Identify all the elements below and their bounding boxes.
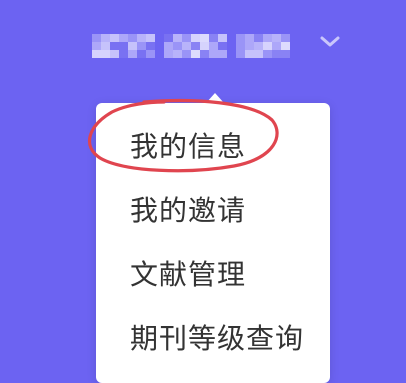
chevron-down-icon [320,36,340,47]
menu-item-literature-management[interactable]: 文献管理 [130,255,246,295]
dropdown-toggle[interactable] [318,32,342,52]
user-dropdown-menu: 我的信息 我的邀请 文献管理 期刊等级查询 [96,103,330,383]
username-pixelated[interactable] [92,32,292,60]
menu-item-my-info[interactable]: 我的信息 [130,127,246,167]
menu-caret [206,93,224,103]
account-bar [92,28,292,64]
menu-item-journal-rank-query[interactable]: 期刊等级查询 [130,319,304,359]
menu-item-my-invitations[interactable]: 我的邀请 [130,191,246,231]
